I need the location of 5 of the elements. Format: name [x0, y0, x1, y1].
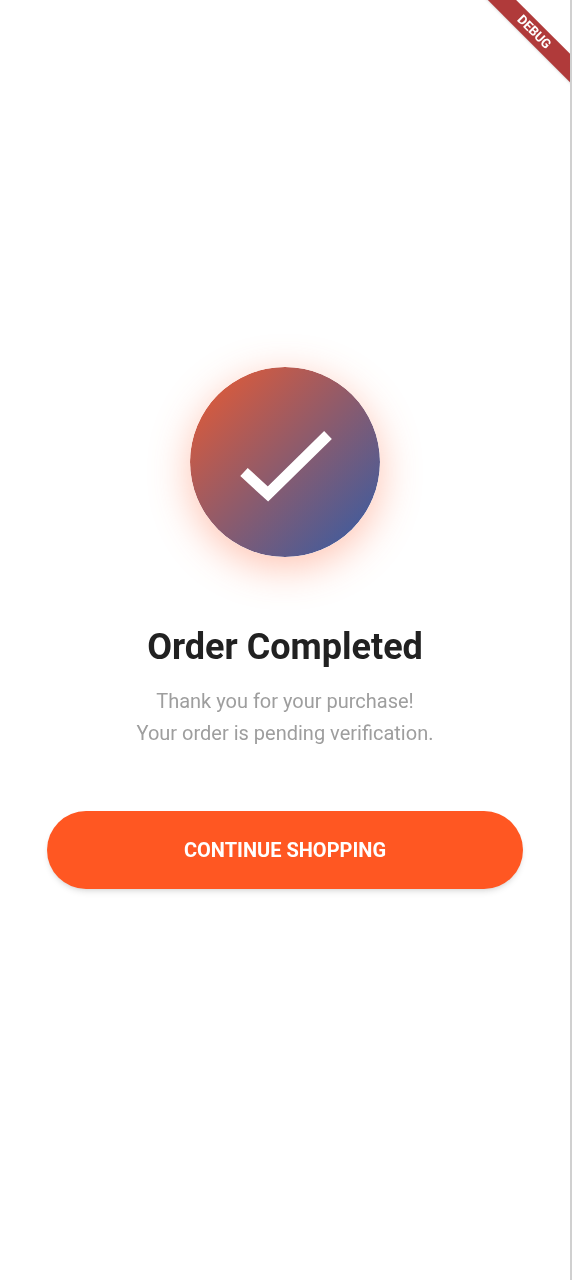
message-line: Your order is pending verification.: [136, 720, 434, 747]
continue-shopping-button[interactable]: CONTINUE SHOPPING: [47, 811, 523, 889]
checkmark-circle-icon: [190, 367, 380, 557]
message-line: Thank you for your purchase!: [156, 688, 414, 715]
order-title: Order Completed: [147, 625, 423, 669]
